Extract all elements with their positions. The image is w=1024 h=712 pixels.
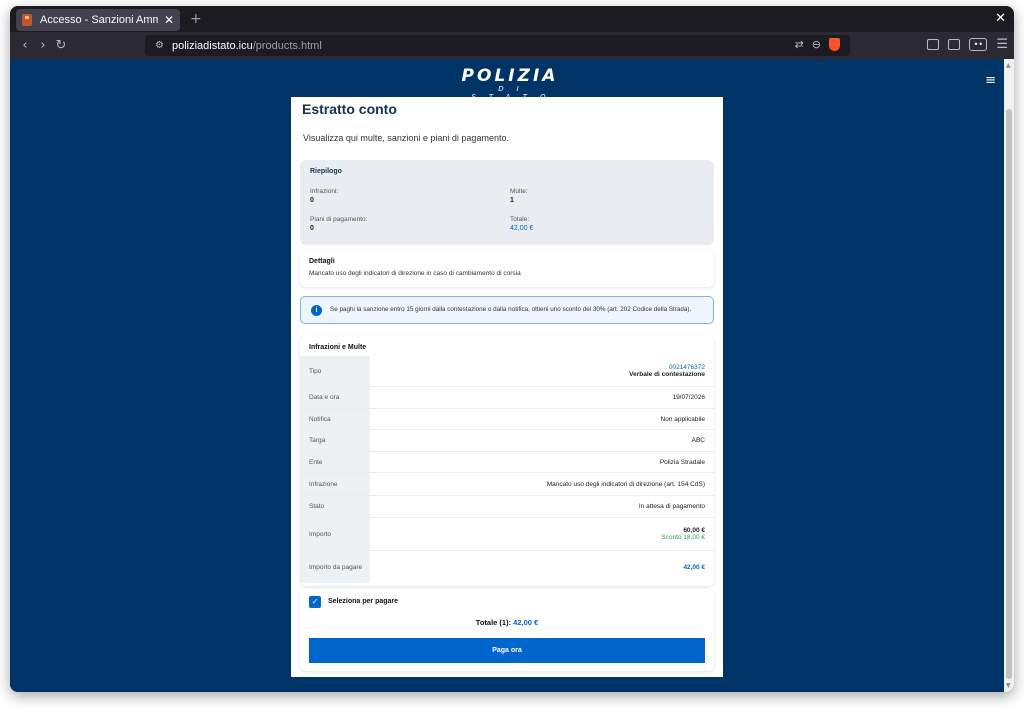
tab-bar: Accesso - Sanzioni Amm ✕ + ✕ <box>10 6 1014 32</box>
row-value: 0021476372 Verbale di contestazione <box>370 356 714 386</box>
logo-main: POLIZIA <box>461 66 559 86</box>
tab-active[interactable]: Accesso - Sanzioni Amm ✕ <box>16 9 180 31</box>
row-value: 60,00 € Sconto 18,00 € <box>370 518 714 550</box>
tab-title: Accesso - Sanzioni Amm <box>40 14 158 26</box>
row-value: Mancato uso degli indicatori di direzion… <box>546 480 705 488</box>
row-label: Importo da pagare <box>300 551 370 583</box>
police-badge-icon <box>22 14 32 26</box>
summary-fines-value: 1 <box>510 197 514 204</box>
alert-text: Se paghi la sanzione entro 15 giorni dal… <box>330 306 692 313</box>
summary-total-value: 42,00 € <box>510 225 534 232</box>
row-label: Stato <box>300 496 370 517</box>
table-row: Data e ora 19/07/2026 <box>300 387 714 409</box>
site-settings-icon[interactable]: ⚙ <box>155 40 164 51</box>
details-title: Dettagli <box>309 258 335 265</box>
summary-box: Riepilogo Infrazioni: 0 Multe: 1 Piani d… <box>300 160 714 245</box>
row-label: Tipo <box>300 356 370 386</box>
amount-due-value: 42,00 € <box>683 563 705 571</box>
url-path: /products.html <box>252 39 322 52</box>
page-viewport: POLIZIA DI STATO ≡ Estratto conto Visual… <box>10 59 1004 692</box>
summary-plans-label: Piani di pagamento: <box>310 216 368 223</box>
discount-alert: i Se paghi la sanzione entro 15 giorni d… <box>300 296 714 324</box>
info-icon: i <box>311 305 322 316</box>
violations-box: Infrazioni e Multe Tipo 0021476372 Verba… <box>300 336 714 586</box>
page-subtitle: Visualizza qui multe, sanzioni e piani d… <box>303 133 509 143</box>
new-tab-icon[interactable]: + <box>190 11 202 27</box>
total-label: Totale (1): <box>475 618 512 627</box>
row-value: 19/07/2026 <box>672 394 705 401</box>
wallet-icon[interactable] <box>927 39 940 50</box>
brave-shield-icon[interactable] <box>829 38 840 51</box>
row-value: Non applicabile <box>660 415 705 423</box>
site-logo[interactable]: POLIZIA DI STATO <box>450 67 570 101</box>
back-icon[interactable]: ‹ <box>16 38 34 53</box>
menu-icon[interactable]: ☰ <box>996 37 1008 52</box>
table-row: Targa ABC <box>300 430 714 452</box>
total-value: 42,00 € <box>513 618 539 627</box>
summary-infractions-label: Infrazioni: <box>310 188 339 195</box>
url-host: poliziadistato.icu <box>171 39 253 52</box>
statement-card: Estratto conto Visualizza qui multe, san… <box>291 97 723 677</box>
discount-value: Sconto 18,00 € <box>661 534 705 541</box>
table-row: Importo da pagare 42,00 € <box>300 551 714 583</box>
table-row: Stato In attesa di pagamento <box>300 496 714 518</box>
total-line: Totale (1): 42,00 € <box>300 618 714 627</box>
row-label: Notifica <box>300 409 370 429</box>
row-label: Targa <box>300 430 370 451</box>
reload-icon[interactable]: ↻ <box>52 38 70 53</box>
table-row: Infrazione Mancato uso degli indicatori … <box>300 473 714 496</box>
scroll-thumb[interactable] <box>1006 109 1012 679</box>
toolbar-right: •• ☰ <box>927 37 1008 52</box>
table-row: Ente Polizia Stradale <box>300 452 714 473</box>
row-label: Ente <box>300 452 370 472</box>
scroll-up-icon[interactable]: ▲ <box>1006 62 1011 69</box>
summary-infractions-value: 0 <box>310 197 314 204</box>
close-window-icon[interactable]: ✕ <box>995 11 1006 26</box>
row-value: Polizia Stradale <box>659 458 705 466</box>
violations-table: Tipo 0021476372 Verbale di contestazione… <box>300 356 714 583</box>
table-row: Importo 60,00 € Sconto 18,00 € <box>300 518 714 551</box>
select-to-pay-checkbox[interactable]: ✓ <box>309 596 321 608</box>
row-value: 42,00 € <box>370 551 714 583</box>
table-row: Tipo 0021476372 Verbale di contestazione <box>300 356 714 387</box>
report-number-link[interactable]: 0021476372 <box>669 364 705 371</box>
page-scrollbar[interactable]: ▲ ▼ <box>1004 59 1014 692</box>
navigation-bar: ‹ › ↻ ⚙ poliziadistato.icu /products.htm… <box>10 32 1014 59</box>
row-label: Infrazione <box>300 473 370 495</box>
zoom-icon[interactable]: ⊖ <box>812 38 821 51</box>
hamburger-menu-icon[interactable]: ≡ <box>985 73 996 88</box>
sidebar-icon[interactable] <box>948 39 961 50</box>
close-tab-icon[interactable]: ✕ <box>164 13 174 27</box>
payment-box: ✓ Seleziona per pagare Totale (1): 42,00… <box>300 589 714 671</box>
row-value: ABC <box>691 437 705 444</box>
row-label: Importo <box>300 518 370 550</box>
summary-title: Riepilogo <box>310 168 342 175</box>
summary-plans-value: 0 <box>310 225 314 232</box>
forward-icon[interactable]: › <box>34 38 52 53</box>
pay-now-button[interactable]: Paga ora <box>309 638 705 663</box>
browser-window: Accesso - Sanzioni Amm ✕ + ✕ ‹ › ↻ ⚙ pol… <box>10 6 1014 692</box>
amount-value: 60,00 € <box>683 527 705 534</box>
summary-total-label: Totale: <box>510 216 530 223</box>
violations-title: Infrazioni e Multe <box>309 344 367 351</box>
private-glasses-icon[interactable]: •• <box>969 38 988 51</box>
url-bar[interactable]: ⚙ poliziadistato.icu /products.html ⇄ ⊖ <box>145 35 850 56</box>
translate-icon[interactable]: ⇄ <box>795 38 804 51</box>
url-tools: ⇄ ⊖ <box>795 38 840 51</box>
checkbox-label[interactable]: Seleziona per pagare <box>328 598 398 605</box>
summary-fines-label: Multe: <box>510 188 528 195</box>
scroll-down-icon[interactable]: ▼ <box>1006 682 1011 689</box>
row-label: Data e ora <box>300 387 370 408</box>
page-title: Estratto conto <box>302 101 397 117</box>
row-value: In attesa di pagamento <box>638 503 705 510</box>
details-text: Mancato uso degli indicatori di direzion… <box>309 270 521 277</box>
table-row: Notifica Non applicabile <box>300 409 714 430</box>
report-type: Verbale di contestazione <box>629 371 705 378</box>
details-box: Dettagli Mancato uso degli indicatori di… <box>300 250 714 287</box>
